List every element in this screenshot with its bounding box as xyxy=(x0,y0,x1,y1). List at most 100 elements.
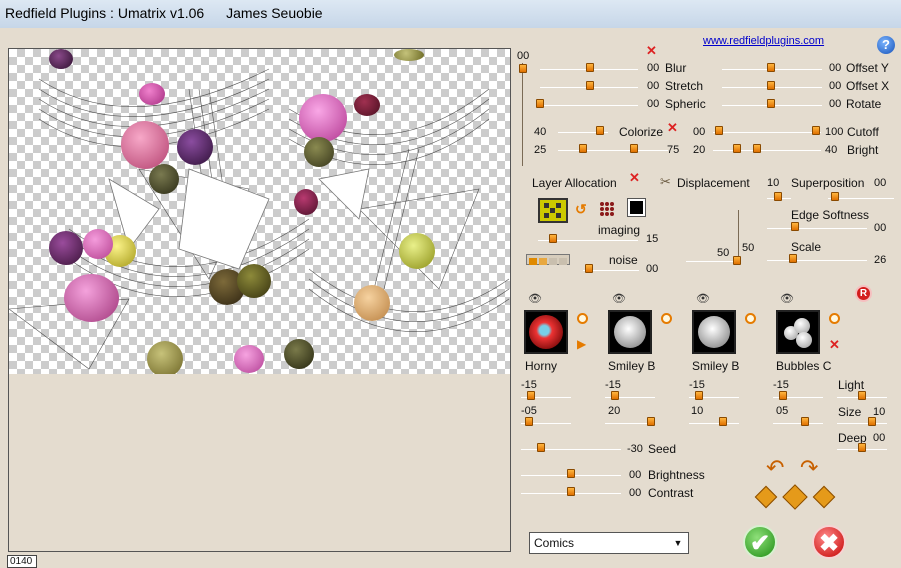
bright-knob-high[interactable] xyxy=(753,144,761,153)
dots-grid-icon[interactable] xyxy=(599,201,615,220)
thumb-knob[interactable] xyxy=(525,417,533,426)
eye-icon[interactable]: 👁 xyxy=(528,292,542,305)
offset-x-knob[interactable] xyxy=(767,81,775,90)
deep-value: 00 xyxy=(873,432,886,444)
ok-button[interactable]: ✔ xyxy=(743,525,777,559)
colorize-label: Colorize xyxy=(619,125,664,139)
cancel-button[interactable]: ✖ xyxy=(812,525,846,559)
redo-arrow-icon[interactable]: ↷ xyxy=(800,455,818,481)
superposition-value: 00 xyxy=(874,177,887,189)
edge-softness-knob[interactable] xyxy=(791,222,799,231)
thumb-bubbles-c[interactable] xyxy=(776,310,820,354)
imaging-knob[interactable] xyxy=(549,234,557,243)
rotate-cycle-icon[interactable]: ↺ xyxy=(575,201,587,218)
chevron-down-icon[interactable]: ▼ xyxy=(671,535,685,551)
spheric-knob[interactable] xyxy=(536,99,544,108)
thumb-knob[interactable] xyxy=(647,417,655,426)
seed-track[interactable] xyxy=(521,449,621,450)
scale-track[interactable] xyxy=(767,260,867,261)
offset-y-value: 00 xyxy=(829,62,842,74)
r-button[interactable]: R xyxy=(855,285,872,302)
contrast-knob[interactable] xyxy=(567,487,575,496)
brightness-knob[interactable] xyxy=(567,469,575,478)
range-knob-high[interactable] xyxy=(630,144,638,153)
eye-icon[interactable]: 👁 xyxy=(612,292,626,305)
contrast-value: 00 xyxy=(629,487,642,499)
superposition-knob-right[interactable] xyxy=(831,192,839,201)
cutoff-label: Cutoff xyxy=(847,125,879,139)
deep-knob[interactable] xyxy=(858,443,866,452)
preset-dropdown[interactable]: Comics ▼ xyxy=(529,532,689,554)
reset-layer-x-icon[interactable]: ✕ xyxy=(629,171,640,184)
cutoff-knob-high[interactable] xyxy=(812,126,820,135)
reset-top-x-icon[interactable]: ✕ xyxy=(646,44,657,57)
displacement-knob[interactable] xyxy=(733,256,741,265)
noise-label: noise xyxy=(609,253,638,267)
remove-thumb-x-icon[interactable]: ✕ xyxy=(829,338,840,351)
seed-knob[interactable] xyxy=(537,443,545,452)
stretch-label: Stretch xyxy=(665,79,704,93)
colorize-knob[interactable] xyxy=(596,126,604,135)
displacement-vtrack[interactable] xyxy=(738,210,739,262)
layer-allocation-label: Layer Allocation xyxy=(532,176,617,190)
displacement-x-value: 50 xyxy=(717,247,730,259)
website-link[interactable]: www.redfieldplugins.com xyxy=(703,35,824,47)
undo-arrow-icon[interactable]: ↶ xyxy=(766,455,784,481)
displacement-y-value: 50 xyxy=(742,242,755,254)
thumb-knob[interactable] xyxy=(779,391,787,400)
thumb-option-icon[interactable] xyxy=(661,313,672,324)
rotate-knob[interactable] xyxy=(767,99,775,108)
play-icon[interactable]: ▶ xyxy=(577,337,586,351)
thumb-knob[interactable] xyxy=(695,391,703,400)
offset-y-knob[interactable] xyxy=(767,63,775,72)
black-color-swatch[interactable] xyxy=(627,198,646,217)
size-label: Size xyxy=(838,405,862,419)
help-icon[interactable]: ? xyxy=(877,36,895,54)
stretch-knob[interactable] xyxy=(586,81,594,90)
cutoff-knob-low[interactable] xyxy=(715,126,723,135)
thumb-option-icon[interactable] xyxy=(745,313,756,324)
cutoff-track[interactable] xyxy=(713,132,821,133)
thumb-track[interactable] xyxy=(689,423,739,424)
thumb-smiley-b-2[interactable] xyxy=(692,310,736,354)
thumb-value: -15 xyxy=(605,379,621,391)
reset-colorize-x-icon[interactable]: ✕ xyxy=(667,121,678,134)
layer-image-button[interactable] xyxy=(538,198,568,223)
thumb-knob[interactable] xyxy=(801,417,809,426)
range-knob-low[interactable] xyxy=(579,144,587,153)
noise-knob[interactable] xyxy=(585,264,593,273)
bright-low: 20 xyxy=(693,144,706,156)
thumb-track[interactable] xyxy=(773,423,823,424)
dice-icon[interactable] xyxy=(782,484,808,510)
top-slider-track[interactable] xyxy=(522,63,523,166)
thumb-option-icon[interactable] xyxy=(829,313,840,324)
superposition-knob-left[interactable] xyxy=(774,192,782,201)
dice-icon[interactable] xyxy=(754,485,778,509)
eye-icon[interactable]: 👁 xyxy=(780,292,794,305)
blur-knob[interactable] xyxy=(586,63,594,72)
displacement-htrack[interactable] xyxy=(686,261,738,262)
thumb-option-icon[interactable] xyxy=(577,313,588,324)
noise-pattern-button[interactable] xyxy=(526,254,570,265)
size-knob[interactable] xyxy=(868,417,876,426)
top-slider-knob[interactable] xyxy=(519,64,527,73)
spheric-track[interactable] xyxy=(540,105,638,106)
bright-knob-low[interactable] xyxy=(733,144,741,153)
thumb-knob[interactable] xyxy=(527,391,535,400)
dice-icon[interactable] xyxy=(812,485,836,509)
light-knob[interactable] xyxy=(858,391,866,400)
thumb-knob[interactable] xyxy=(611,391,619,400)
thumb-horny[interactable] xyxy=(524,310,568,354)
bright-track[interactable] xyxy=(713,150,821,151)
size-track[interactable] xyxy=(837,423,887,424)
range-high: 75 xyxy=(667,144,680,156)
eye-icon[interactable]: 👁 xyxy=(696,292,710,305)
preview-panel xyxy=(8,48,511,552)
thumb-knob[interactable] xyxy=(719,417,727,426)
range-track[interactable] xyxy=(558,150,668,151)
thumb-smiley-b-1[interactable] xyxy=(608,310,652,354)
scale-knob[interactable] xyxy=(789,254,797,263)
edge-softness-track[interactable] xyxy=(767,228,867,229)
title-app: Redfield Plugins : Umatrix v1.06 xyxy=(5,5,205,21)
noise-value: 00 xyxy=(646,263,659,275)
